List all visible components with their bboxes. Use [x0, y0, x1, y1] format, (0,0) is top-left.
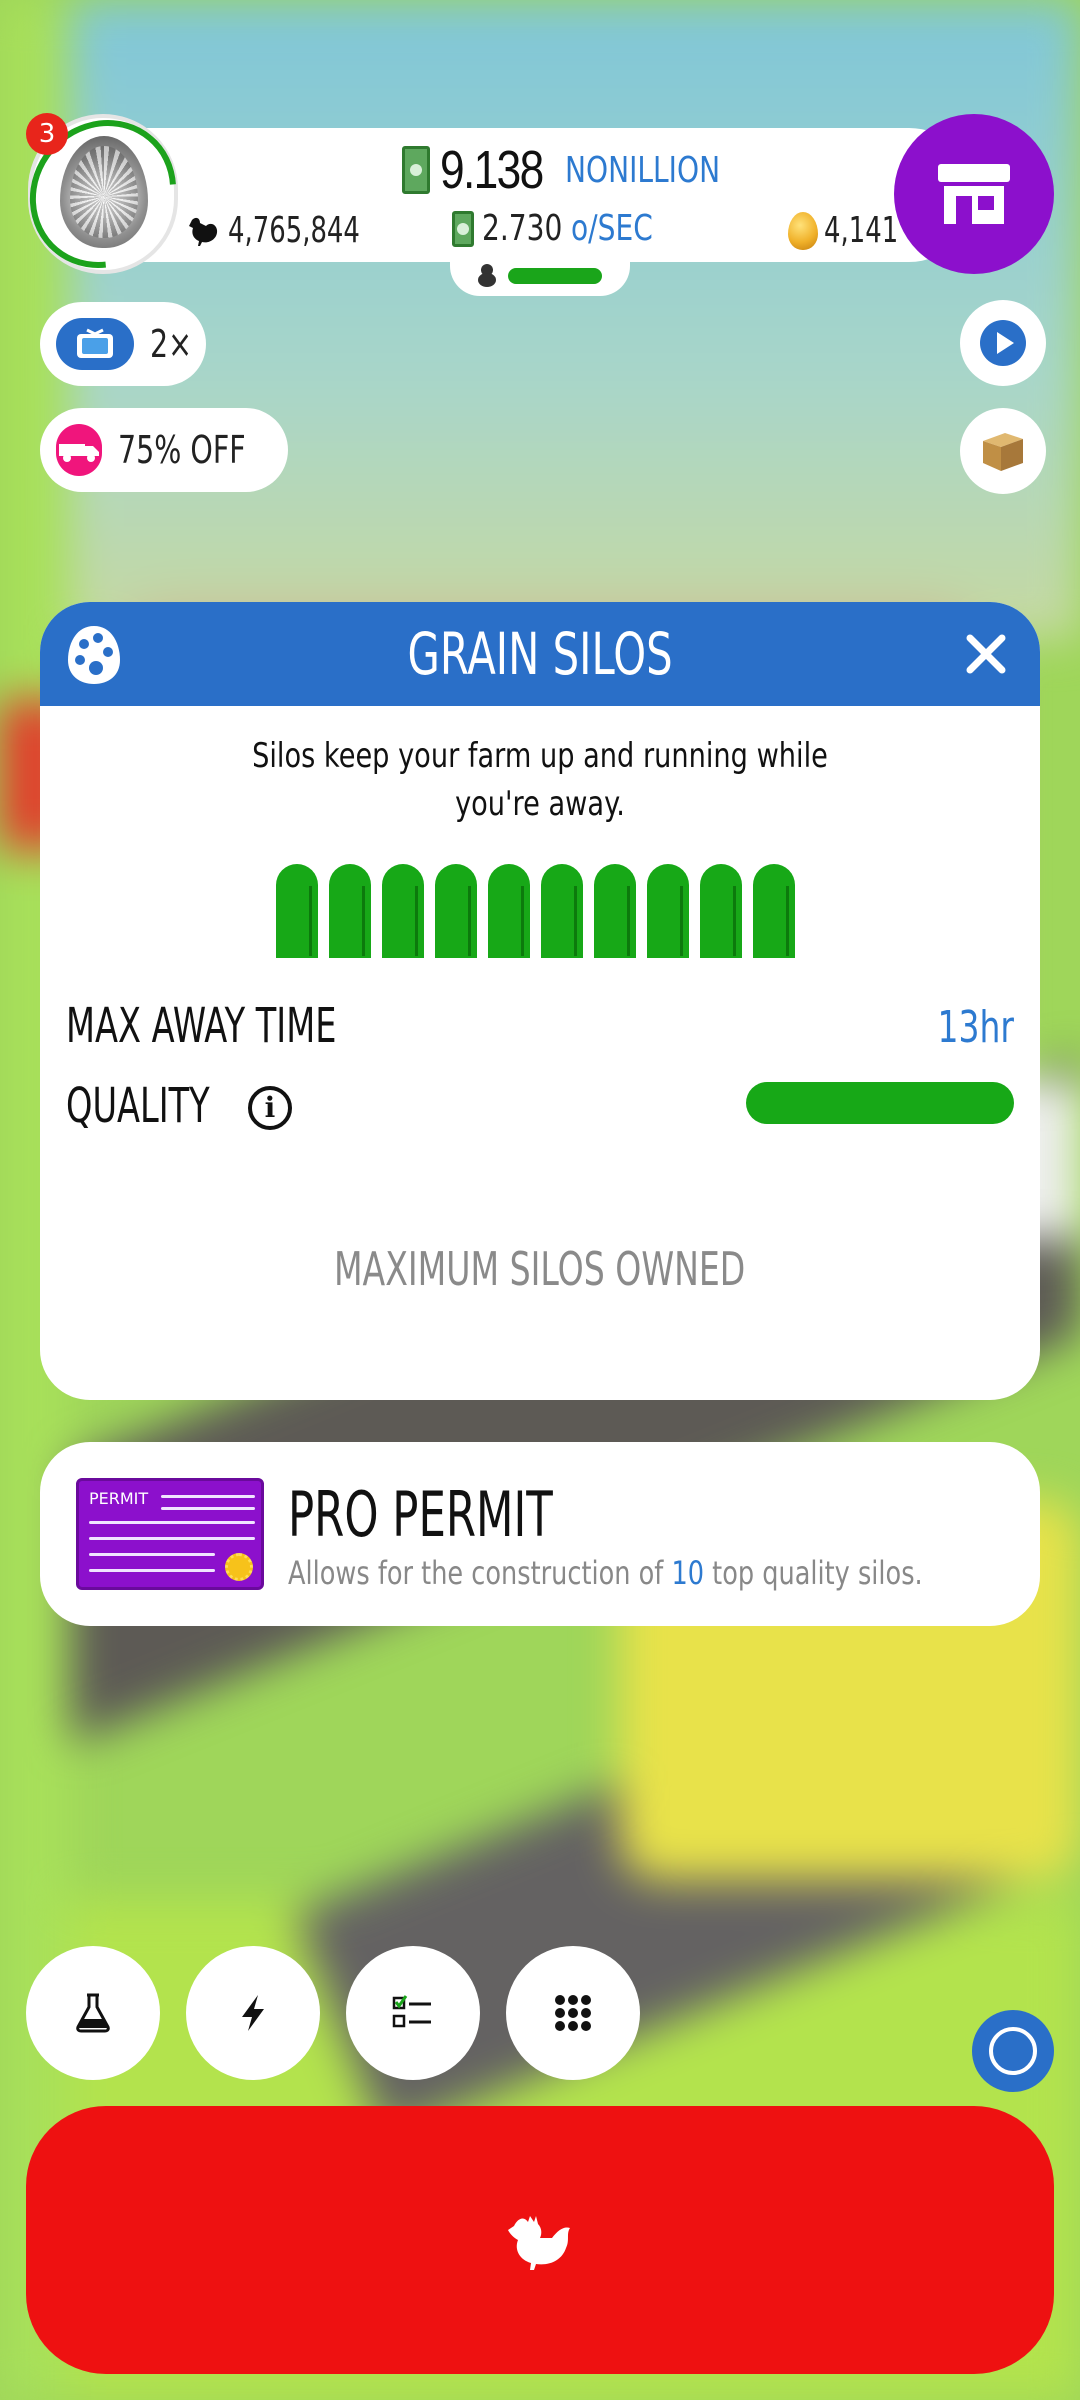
pro-permit-card[interactable]: PERMIT PRO PERMIT Allows for the constru…	[40, 1442, 1040, 1626]
tv-icon	[56, 318, 134, 370]
seal-icon	[225, 1553, 253, 1581]
shop-icon	[938, 164, 1010, 224]
research-button[interactable]	[26, 1946, 160, 2080]
silo-icon	[541, 864, 583, 958]
panel-title: GRAIN SILOS	[407, 620, 673, 688]
vehicle-sale-button[interactable]: 75% OFF	[40, 408, 288, 492]
money-unit: NONILLION	[565, 149, 721, 191]
boosts-button[interactable]	[186, 1946, 320, 2080]
play-icon	[980, 320, 1026, 366]
menu-button[interactable]	[506, 1946, 640, 2080]
max-silos-status: MAXIMUM SILOS OWNED	[334, 1242, 746, 1296]
silo-icon	[382, 864, 424, 958]
close-icon[interactable]	[960, 628, 1012, 680]
silo-icon	[594, 864, 636, 958]
chick-icon	[478, 264, 496, 287]
permit-title: PRO PERMIT	[288, 1478, 553, 1551]
hatch-chicken-button[interactable]	[26, 2106, 1054, 2374]
silo-icon	[276, 864, 318, 958]
lightning-icon	[242, 1995, 264, 2031]
ring-icon	[989, 2027, 1037, 2075]
info-icon[interactable]: i	[248, 1086, 292, 1130]
hab-capacity-bar	[508, 268, 602, 284]
earning-rate: 2.730 o/SEC	[452, 208, 676, 249]
silo-icon	[488, 864, 530, 958]
shop-button[interactable]	[894, 114, 1054, 274]
golden-egg-icon	[788, 211, 818, 250]
chicken-count: 4,765,844	[186, 210, 411, 251]
max-away-value: 13hr	[937, 1002, 1014, 1053]
money-display: 9.138 NONILLION	[402, 140, 764, 200]
silo-row	[276, 864, 795, 958]
cash-icon	[402, 146, 430, 194]
play-button[interactable]	[960, 300, 1046, 386]
grain-silos-panel: GRAIN SILOS Silos keep your farm up and …	[40, 602, 1040, 1400]
checklist-icon	[392, 1995, 431, 2028]
permit-description: Allows for the construction of 10 top qu…	[288, 1554, 923, 1592]
cash-icon	[452, 210, 474, 247]
silo-icon	[700, 864, 742, 958]
silo-icon	[329, 864, 371, 958]
quality-label: QUALITY	[66, 1078, 210, 1134]
chicken-icon	[508, 2216, 570, 2270]
flask-icon	[76, 1993, 110, 2033]
video-boost-button[interactable]: 2×	[40, 302, 206, 386]
truck-icon	[56, 424, 102, 476]
camera-toggle-button[interactable]	[972, 2010, 1054, 2092]
notification-badge: 3	[26, 113, 68, 155]
max-away-label: MAX AWAY TIME	[66, 998, 337, 1054]
chicken-icon	[189, 217, 218, 246]
silo-icon	[753, 864, 795, 958]
gift-box-button[interactable]	[960, 408, 1046, 494]
missions-button[interactable]	[346, 1946, 480, 2080]
silo-icon	[647, 864, 689, 958]
grid-icon	[555, 1995, 591, 2031]
silo-description: Silos keep your farm up and running whil…	[252, 736, 828, 824]
box-icon	[983, 433, 1023, 471]
money-value: 9.138	[440, 140, 544, 200]
quality-bar	[746, 1082, 1014, 1124]
silo-icon	[435, 864, 477, 958]
permit-image: PERMIT	[76, 1478, 264, 1590]
